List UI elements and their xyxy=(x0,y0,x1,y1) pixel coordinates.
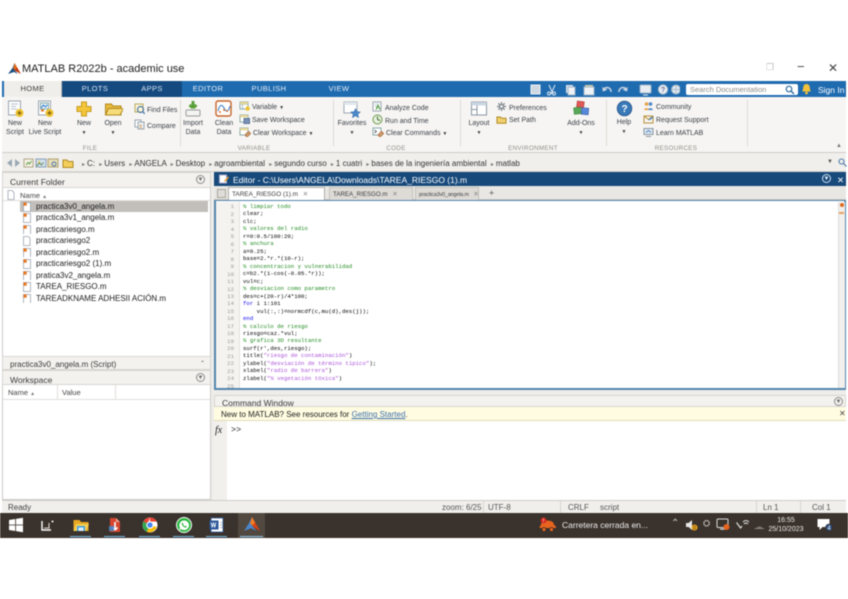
svg-text:0: 0 xyxy=(693,526,696,531)
svg-text:?: ? xyxy=(661,87,665,94)
svg-text:?: ? xyxy=(621,104,627,115)
